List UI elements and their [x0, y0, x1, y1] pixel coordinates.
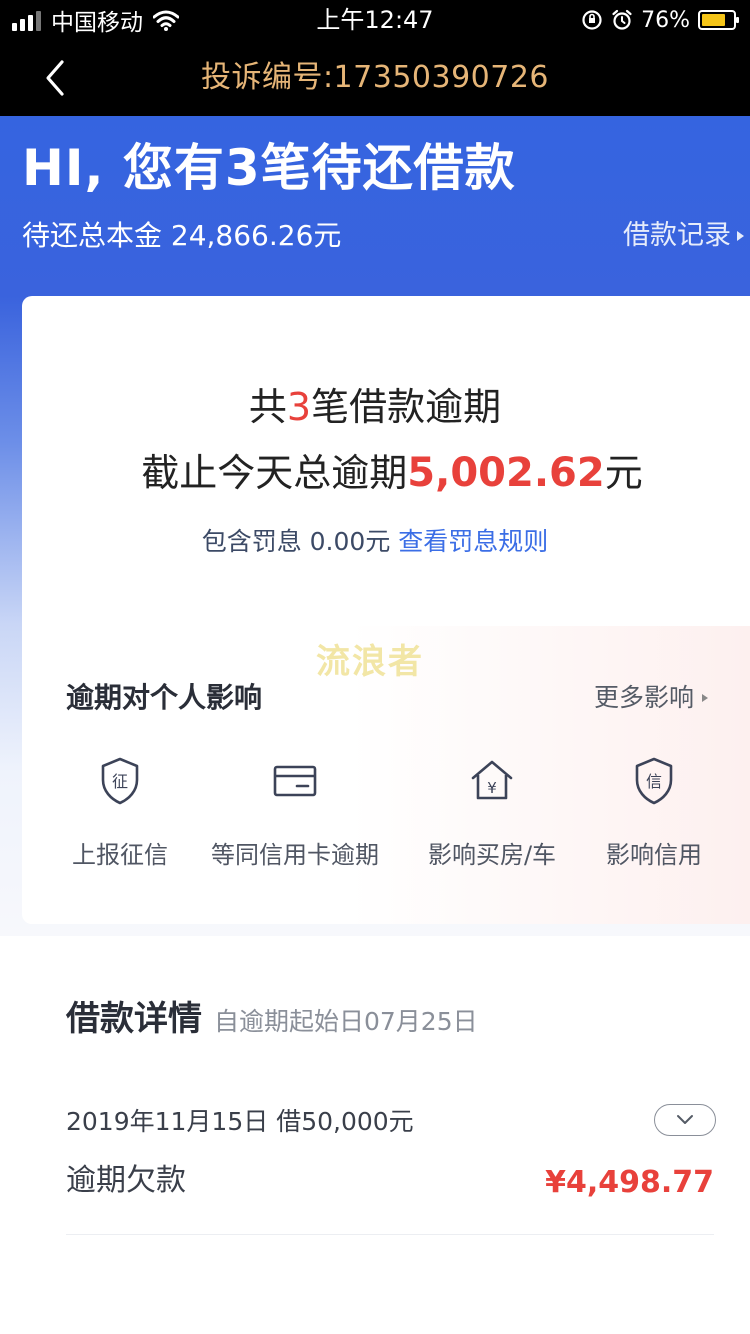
battery-percent: 76% — [641, 7, 690, 33]
credit-card-icon — [273, 765, 317, 797]
expand-button[interactable] — [654, 1104, 716, 1136]
impact-section: 流浪者 逾期对个人影响 更多影响 征 上报征信 等同信用卡逾期 ¥ 影响买房/车… — [22, 626, 750, 924]
alarm-icon — [612, 9, 632, 30]
nav-bar: 投诉编号:17350390726 — [0, 40, 750, 116]
penalty-rules-link[interactable]: 查看罚息规则 — [398, 527, 548, 556]
status-right: 76% — [581, 6, 739, 34]
overdue-total-amount: 5,002.62 — [407, 450, 605, 496]
loan-date-amount: 2019年11月15日 借50,000元 — [66, 1107, 414, 1136]
overdue-count: 3 — [286, 385, 312, 429]
overdue-start-date: 自逾期起始日07月25日 — [214, 1007, 478, 1036]
triangle-right-icon — [737, 231, 744, 241]
house-yuan-icon: ¥ — [471, 760, 513, 800]
impact-item-credit-report[interactable]: 征 上报征信 — [30, 756, 210, 886]
svg-text:征: 征 — [112, 772, 128, 791]
credit-report-shield-icon: 征 — [101, 757, 139, 805]
impact-label: 等同信用卡逾期 — [211, 841, 379, 869]
overdue-summary-card: 共3笔借款逾期 截止今天总逾期5,002.62元 包含罚息 0.00元 查看罚息… — [22, 296, 750, 924]
impact-title: 逾期对个人影响 — [66, 681, 263, 714]
loan-detail-card: 借款详情 自逾期起始日07月25日 2019年11月15日 借50,000元 逾… — [22, 946, 750, 1256]
overdue-debt-amount: ¥4,498.77 — [545, 1165, 714, 1200]
loan-record-link[interactable]: 借款记录 — [623, 218, 744, 254]
status-bar: 中国移动 上午12:47 76% — [0, 0, 750, 40]
chevron-down-icon — [677, 1115, 693, 1124]
complaint-number-title: 投诉编号:17350390726 — [200, 60, 550, 95]
triangle-right-icon — [702, 694, 708, 702]
pending-principal: 待还总本金 24,866.26元 — [22, 219, 342, 252]
penalty-info: 包含罚息 0.00元 查看罚息规则 — [201, 527, 549, 556]
hero-title: HI, 您有3笔待还借款 — [22, 139, 516, 197]
overdue-count-text: 共3笔借款逾期 — [248, 385, 502, 429]
orientation-lock-icon — [582, 10, 602, 30]
more-impact-link[interactable]: 更多影响 — [594, 680, 708, 716]
impact-item-credit-card[interactable]: 等同信用卡逾期 — [205, 756, 385, 886]
svg-text:信: 信 — [646, 772, 662, 791]
impact-label: 影响信用 — [606, 841, 702, 869]
battery-charging-icon — [698, 10, 739, 30]
overdue-debt-label: 逾期欠款 — [66, 1163, 186, 1198]
divider — [66, 1234, 714, 1235]
watermark: 流浪者 — [316, 642, 424, 682]
more-impact-label: 更多影响 — [593, 683, 694, 712]
credit-shield-icon: 信 — [635, 757, 673, 805]
overdue-total-text: 截止今天总逾期5,002.62元 — [141, 450, 643, 496]
impact-item-credit[interactable]: 信 影响信用 — [564, 756, 744, 886]
loan-record-label: 借款记录 — [623, 220, 731, 251]
loan-detail-title: 借款详情 — [66, 999, 202, 1039]
svg-text:¥: ¥ — [487, 779, 497, 797]
